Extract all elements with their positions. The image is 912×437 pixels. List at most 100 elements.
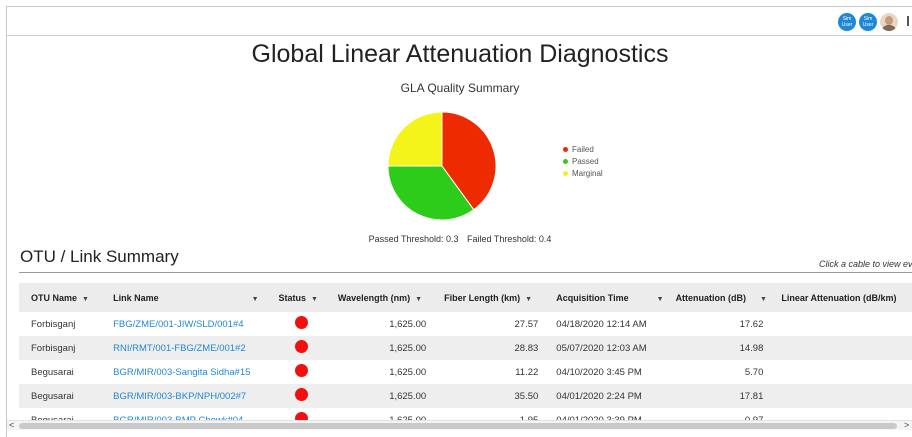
avatar-body <box>882 25 896 31</box>
legend-item-failed[interactable]: Failed <box>563 143 603 155</box>
column-header-attenuation[interactable]: Attenuation (dB) ▼ <box>664 283 770 312</box>
more-menu-icon[interactable] <box>907 16 909 26</box>
column-header-link-name[interactable]: Link Name ▼ <box>101 283 266 312</box>
fiber-length-cell: 11.22 <box>515 366 539 378</box>
acquisition-time-cell: 04/10/2020 3:45 PM <box>556 366 642 378</box>
acquisition-time-cell: 05/07/2020 12:03 AM <box>556 342 647 354</box>
hint-text: Click a cable to view ev <box>819 259 912 269</box>
chevron-down-icon[interactable]: ▼ <box>252 296 259 303</box>
link-name-cell[interactable]: BGR/MIR/003-Sangita Sidha#15 <box>101 360 266 384</box>
attenuation-cell: 14.98 <box>739 342 764 354</box>
divider <box>19 272 912 273</box>
link-name-cell[interactable]: RNI/RMT/001-FBG/ZME/001#2 <box>101 336 266 360</box>
fiber-length-cell: 28.83 <box>514 342 539 354</box>
column-header-otu-name[interactable]: OTU Name ▼ <box>19 283 101 312</box>
legend-label: Failed <box>572 144 594 154</box>
avatar[interactable]: Sim User <box>859 13 877 31</box>
app-frame: Sim User Sim User Global Linear Attenuatio… <box>6 6 912 437</box>
chevron-down-icon[interactable]: ▼ <box>525 296 532 303</box>
wavelength-cell: 1,625.00 <box>389 366 427 378</box>
threshold-info: Passed Threshold: 0.3 Failed Threshold: … <box>7 234 912 244</box>
column-label: Wavelength (nm) <box>337 292 411 303</box>
table-row[interactable]: Forbisganj RNI/RMT/001-FBG/ZME/001#2 1,625… <box>19 336 912 360</box>
avatar[interactable] <box>880 13 898 31</box>
legend-dot <box>563 158 568 164</box>
status-failed-icon <box>294 316 308 329</box>
column-header-status[interactable]: Status ▼ <box>267 283 326 312</box>
status-cell <box>267 360 326 384</box>
chart-title: GLA Quality Summary <box>400 81 520 95</box>
table-row[interactable]: Forbisganj FBG/ZME/001-JIW/SLD/001#4 1,625… <box>19 312 912 336</box>
acquisition-time-cell: 04/18/2020 12:14 AM <box>556 318 647 330</box>
status-cell <box>267 408 326 420</box>
legend-dot <box>563 170 568 176</box>
column-label: OTU Name <box>31 292 78 303</box>
linear-attenuation-cell: 0.50 <box>769 384 912 408</box>
legend-dot <box>563 146 568 152</box>
status-cell <box>267 312 326 336</box>
linear-attenuation-cell: 0.50 <box>769 408 912 420</box>
column-header-linear-attenuation[interactable]: Linear Attenuation (dB/km) <box>769 283 912 312</box>
wavelength-cell: 1,625.00 <box>389 342 427 354</box>
status-failed-icon <box>294 340 308 353</box>
legend-item-passed[interactable]: Passed <box>563 155 603 167</box>
status-failed-icon <box>294 388 308 401</box>
column-label: Acquisition Time <box>556 292 629 303</box>
status-failed-icon <box>294 412 308 420</box>
section-title: OTU / Link Summary <box>20 247 179 266</box>
column-label: Link Name <box>113 292 159 303</box>
acquisition-time-cell: 04/01/2020 3:39 PM <box>556 414 642 421</box>
chevron-left-icon[interactable]: < <box>9 420 14 430</box>
wavelength-cell: 1,625.00 <box>389 414 427 421</box>
legend-label: Marginal <box>572 168 603 178</box>
linear-attenuation-cell: 0.52 <box>769 336 912 360</box>
chevron-down-icon[interactable]: ▼ <box>415 296 422 303</box>
pie-chart[interactable] <box>386 110 498 222</box>
pie-slice-marginal[interactable] <box>387 111 443 167</box>
chevron-down-icon[interactable]: ▼ <box>760 296 767 303</box>
otu-name-cell: Begusarai <box>31 390 74 402</box>
column-header-wavelength[interactable]: Wavelength (nm) ▼ <box>326 283 432 312</box>
chevron-right-icon[interactable]: > <box>904 420 909 430</box>
attenuation-cell: 17.81 <box>739 390 764 402</box>
wavelength-cell: 1,625.00 <box>389 318 427 330</box>
avatar[interactable]: Sim User <box>838 13 856 31</box>
legend-label: Passed <box>572 156 599 166</box>
status-failed-icon <box>294 364 308 377</box>
otu-name-cell: Forbisganj <box>31 342 76 354</box>
scrollbar-thumb[interactable] <box>19 423 897 429</box>
legend-item-marginal[interactable]: Marginal <box>563 167 603 179</box>
passed-threshold: Passed Threshold: 0.3 <box>368 234 459 244</box>
status-cell <box>267 336 326 360</box>
top-bar: Sim User Sim User <box>7 7 912 36</box>
attenuation-cell: 5.70 <box>744 366 764 378</box>
failed-threshold: Failed Threshold: 0.4 <box>467 234 552 244</box>
fiber-length-cell: 27.57 <box>514 318 539 330</box>
table-header-row: OTU Name ▼ Link Name ▼ Status ▼ Wavelength … <box>19 283 912 312</box>
table-row[interactable]: Begusarai BGR/MIR/003-BKP/NPH/002#7 1,625.… <box>19 384 912 408</box>
chevron-down-icon[interactable]: ▼ <box>657 296 664 303</box>
table-row[interactable]: Begusarai BGR/MIR/003-BMP Chowk#04 1,625.0… <box>19 408 912 420</box>
link-name-cell[interactable]: BGR/MIR/003-BKP/NPH/002#7 <box>101 384 266 408</box>
chart-legend: Failed Passed Marginal <box>563 143 603 179</box>
attenuation-cell: 17.62 <box>739 318 764 330</box>
link-name-cell[interactable]: FBG/ZME/001-JIW/SLD/001#4 <box>101 312 266 336</box>
chevron-down-icon[interactable]: ▼ <box>311 296 318 303</box>
table-row[interactable]: Begusarai BGR/MIR/003-Sangita Sidha#15 1,6… <box>19 360 912 384</box>
link-summary-table: OTU Name ▼ Link Name ▼ Status ▼ Wavelength … <box>19 283 912 420</box>
column-label: Attenuation (dB) <box>675 292 747 303</box>
column-label: Fiber Length (km) <box>444 292 521 303</box>
avatar-head <box>885 16 893 25</box>
chevron-down-icon[interactable]: ▼ <box>82 296 89 303</box>
status-cell <box>267 384 326 408</box>
horizontal-scrollbar[interactable]: < > <box>7 420 912 430</box>
attenuation-cell: 0.97 <box>744 414 764 421</box>
column-header-fiber-length[interactable]: Fiber Length (km) ▼ <box>432 283 544 312</box>
link-name-cell[interactable]: BGR/MIR/003-BMP Chowk#04 <box>101 408 266 421</box>
column-label: Linear Attenuation (dB/km) <box>781 292 897 303</box>
otu-name-cell: Begusarai <box>31 414 74 421</box>
acquisition-time-cell: 04/01/2020 2:24 PM <box>556 390 642 402</box>
column-header-acquisition-time[interactable]: Acquisition Time ▼ <box>544 283 663 312</box>
linear-attenuation-cell: 0.51 <box>769 360 912 384</box>
column-label: Status <box>278 292 307 303</box>
